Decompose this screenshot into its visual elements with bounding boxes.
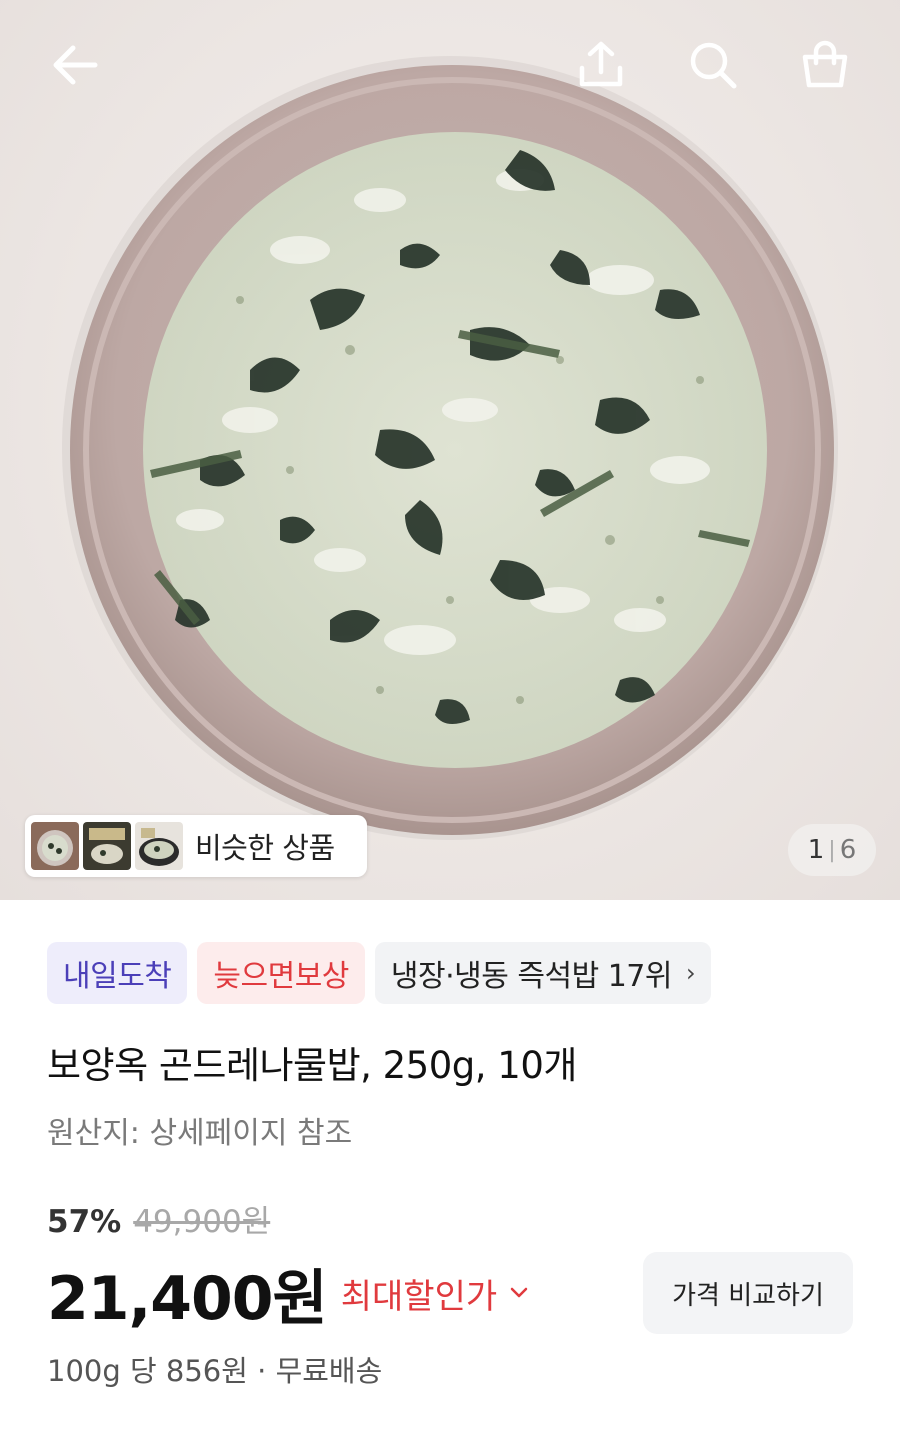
share-button[interactable] [566,30,636,100]
cart-button[interactable] [790,30,860,100]
price-row: 21,400원 최대할인가 [47,1250,529,1337]
tomorrow-delivery-badge: 내일도착 [47,942,188,1004]
search-icon [690,42,737,89]
original-price: 49,900원 [133,1204,271,1240]
ranking-label: 냉장·냉동 즉석밥 17위 [390,959,673,994]
product-image-gallery[interactable]: 비슷한 상품 1 | 6 [0,0,900,900]
product-photo [62,56,838,840]
product-title: 보양옥 곤드레나물밥, 250g, 10개 [47,1044,577,1087]
back-button[interactable] [40,30,110,100]
product-info: 내일도착 늦으면보상 냉장·냉동 즉석밥 17위 › 보양옥 곤드레나물밥, 2… [0,900,900,1440]
pager-current: 1 [807,835,825,865]
similar-products-button[interactable]: 비슷한 상품 [25,815,367,877]
badge-row: 내일도착 늦으면보상 냉장·냉동 즉석밥 17위 › [47,942,712,1004]
discount-row: 57% 49,900원 [47,1196,270,1241]
similar-thumb-2 [83,822,131,870]
similar-products-label: 비슷한 상품 [195,831,335,865]
shopping-bag-icon [802,40,848,88]
unit-price-shipping: 100g 당 856원 · 무료배송 [47,1354,383,1388]
max-discount-toggle[interactable]: 최대할인가 [341,1269,529,1318]
max-discount-label: 최대할인가 [340,1277,498,1317]
sale-price: 21,400원 [47,1264,328,1334]
late-compensation-badge: 늦으면보상 [197,942,365,1004]
similar-thumb-3 [135,822,183,870]
pager-separator: | [828,837,836,863]
chevron-right-icon: › [686,959,696,987]
ranking-badge[interactable]: 냉장·냉동 즉석밥 17위 › [374,942,712,1004]
similar-thumb-1 [31,822,79,870]
product-origin: 원산지: 상세페이지 참조 [47,1116,353,1151]
image-pager: 1 | 6 [788,824,876,876]
search-button[interactable] [678,30,748,100]
back-arrow-icon [53,45,98,85]
price-compare-button[interactable]: 가격 비교하기 [643,1252,853,1334]
pager-total: 6 [839,835,857,865]
share-icon [579,41,623,87]
discount-rate: 57% [47,1204,122,1240]
chevron-down-icon [509,1281,529,1306]
